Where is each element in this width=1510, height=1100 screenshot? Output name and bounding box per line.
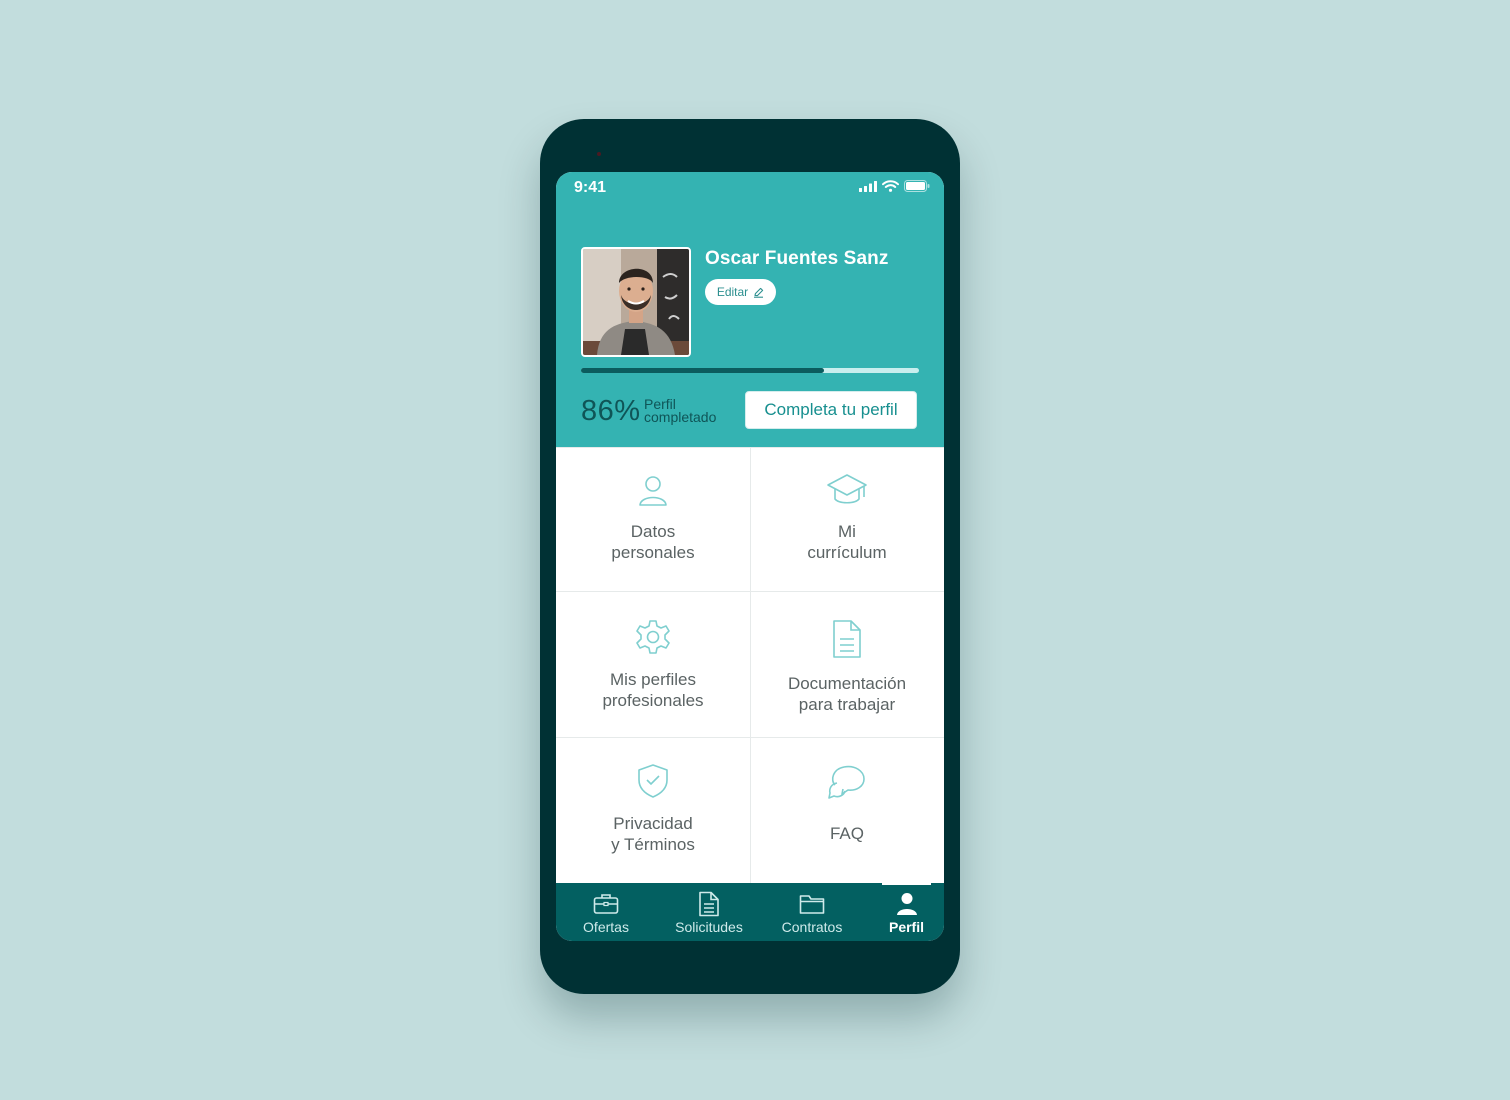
menu-item-label: Privacidad y Términos [611,814,695,854]
menu-item-label: FAQ [829,824,864,843]
signal-icon [859,180,877,192]
edit-profile-button[interactable]: Editar [705,279,776,305]
grid-divider [556,591,944,592]
menu-item-datos-personales[interactable]: Datos personales [556,447,750,593]
pencil-icon [754,287,764,298]
tab-contratos[interactable]: Contratos [776,883,848,941]
status-icons [859,180,930,192]
tab-perfil[interactable]: Perfil [882,883,931,941]
menu-item-faq[interactable]: FAQ [750,737,944,883]
document-icon [833,620,861,658]
edit-label: Editar [716,285,749,299]
tab-label: Contratos [781,919,843,935]
menu-item-mi-curriculum[interactable]: Mi currículum [750,447,944,593]
tab-label: Perfil [888,919,924,935]
graduation-cap-icon [827,474,867,504]
menu-item-label: Mi currículum [807,522,887,562]
app-screen: 9:41 Oscar Fuentes Sanz Editar 86% Perfi… [556,172,944,941]
bottom-tab-bar: Ofertas Solicitudes Contratos Perfil [556,883,944,941]
front-camera [597,152,601,156]
profile-percent-label: Perfil completado [644,396,717,425]
profile-menu-grid: Datos personales Mi currículum Mis perfi… [556,447,944,883]
gear-icon [636,620,670,654]
tab-label: Solicitudes [675,919,743,935]
menu-item-label: Documentación para trabajar [787,674,907,714]
status-time: 9:41 [574,179,607,196]
complete-profile-button[interactable]: Completa tu perfil [745,391,917,429]
tab-ofertas[interactable]: Ofertas [573,883,639,941]
battery-icon [904,180,930,192]
grid-divider [750,447,751,883]
user-icon [896,893,917,915]
folder-icon [799,895,825,914]
menu-item-label: Datos personales [611,522,695,562]
user-icon [639,476,667,506]
menu-item-mis-perfiles[interactable]: Mis perfiles profesionales [556,593,750,739]
grid-divider [556,737,944,738]
briefcase-icon [593,894,619,914]
profile-header: 9:41 Oscar Fuentes Sanz Editar 86% Perfi… [556,172,944,447]
avatar[interactable] [581,247,691,357]
user-name: Oscar Fuentes Sanz [705,248,889,269]
menu-item-documentacion[interactable]: Documentación para trabajar [750,593,944,739]
shield-check-icon [638,764,668,798]
profile-percent: 86% [581,395,641,427]
chat-bubbles-icon [828,765,865,799]
profile-progress-fill [581,368,825,373]
avatar-photo [583,249,689,355]
menu-item-label: Mis perfiles profesionales [602,670,704,710]
wifi-icon [882,180,899,192]
profile-progress-bar [581,368,919,373]
tab-solicitudes[interactable]: Solicitudes [669,883,749,941]
grid-divider [556,447,944,448]
menu-item-privacidad[interactable]: Privacidad y Términos [556,737,750,883]
document-icon [699,891,719,917]
tab-label: Ofertas [583,919,629,935]
phone-frame: 9:41 Oscar Fuentes Sanz Editar 86% Perfi… [540,119,960,994]
